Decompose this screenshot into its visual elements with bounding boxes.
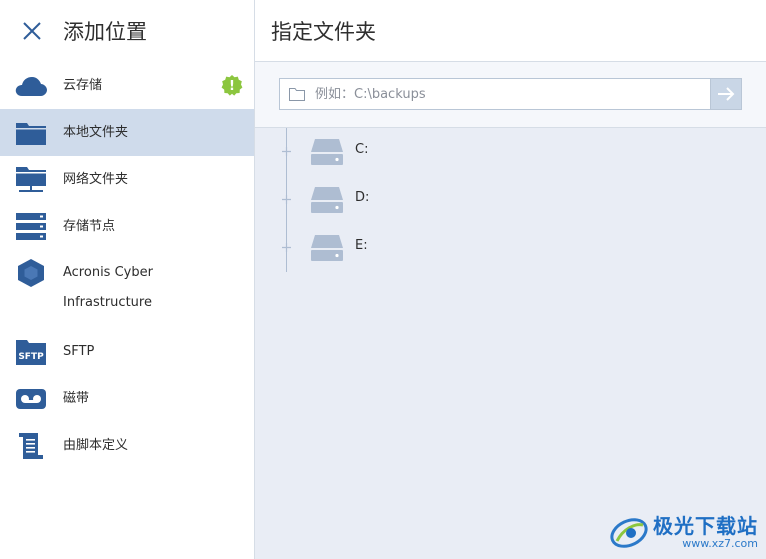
sidebar: 添加位置 云存储 ! 本地文件夹 网络文件夹 存储节点 Acronis Cybe…: [0, 0, 255, 559]
storage-node-icon: [15, 212, 47, 242]
sidebar-item-tape[interactable]: 磁带: [0, 375, 254, 422]
sidebar-item-label: 云存储: [63, 77, 103, 93]
sidebar-item-label-line1: Acronis Cyber: [63, 265, 153, 280]
svg-text:SFTP: SFTP: [18, 352, 44, 362]
path-input-wrapper[interactable]: [279, 78, 711, 110]
sidebar-item-label: SFTP: [63, 343, 95, 359]
folder-outline-icon: [289, 87, 305, 101]
sidebar-item-label: 网络文件夹: [63, 171, 129, 187]
sidebar-item-label: 由脚本定义: [63, 437, 129, 453]
go-button[interactable]: [711, 78, 742, 110]
warning-badge: !: [221, 74, 243, 96]
expand-plus-icon[interactable]: [282, 243, 291, 252]
drive-icon: [311, 235, 343, 261]
sidebar-item-label: 存储节点: [63, 218, 116, 234]
sidebar-item-network-folder[interactable]: 网络文件夹: [0, 156, 254, 203]
sidebar-title: 添加位置: [63, 20, 147, 44]
drive-label: D:: [355, 190, 370, 205]
drive-item-e[interactable]: E:: [255, 224, 766, 272]
sidebar-item-label-line2: Infrastructure: [63, 295, 152, 310]
sidebar-item-local-folder[interactable]: 本地文件夹: [0, 109, 254, 156]
close-icon: [23, 22, 41, 40]
path-bar: [255, 62, 766, 128]
cloud-icon: [15, 71, 47, 101]
watermark: 极光下载站 www.xz7.com: [609, 515, 758, 551]
page-title: 指定文件夹: [271, 19, 376, 44]
sidebar-item-storage-node[interactable]: 存储节点: [0, 203, 254, 250]
tape-icon: [15, 384, 47, 414]
sidebar-item-cloud-storage[interactable]: 云存储 !: [0, 62, 254, 109]
sftp-folder-icon: SFTP: [15, 337, 47, 367]
drive-label: E:: [355, 238, 368, 253]
path-input[interactable]: [313, 85, 697, 103]
sidebar-item-sftp[interactable]: SFTP SFTP: [0, 328, 254, 375]
drive-label: C:: [355, 142, 369, 157]
local-folder-icon: [15, 118, 47, 148]
acronis-hexagon-icon: [15, 258, 47, 288]
sidebar-item-label: 磁带: [63, 390, 90, 406]
drive-item-d[interactable]: D:: [255, 176, 766, 224]
sidebar-item-acronis-cyber-infrastructure[interactable]: Acronis Cyber Infrastructure: [0, 250, 254, 328]
script-icon: [15, 431, 47, 461]
watermark-title: 极光下载站: [653, 514, 758, 538]
drive-icon: [311, 187, 343, 213]
close-button[interactable]: [17, 16, 47, 46]
watermark-url: www.xz7.com: [682, 537, 758, 550]
drive-icon: [311, 139, 343, 165]
expand-plus-icon[interactable]: [282, 195, 291, 204]
drive-tree: C: D: E:: [255, 128, 766, 272]
sidebar-item-label: 本地文件夹: [63, 124, 129, 140]
watermark-text: 极光下载站 www.xz7.com: [653, 515, 758, 551]
sidebar-item-script[interactable]: 由脚本定义: [0, 422, 254, 469]
drive-item-c[interactable]: C:: [255, 128, 766, 176]
sidebar-item-label-group: Acronis Cyber Infrastructure: [63, 258, 153, 318]
svg-text:!: !: [229, 79, 235, 94]
watermark-logo-icon: [610, 518, 648, 548]
main-header: 指定文件夹: [255, 0, 766, 62]
expand-plus-icon[interactable]: [282, 147, 291, 156]
arrow-right-icon: [718, 87, 735, 101]
network-folder-icon: [15, 165, 47, 195]
sidebar-header: 添加位置: [0, 0, 254, 62]
main-panel: 指定文件夹 C:: [255, 0, 766, 559]
